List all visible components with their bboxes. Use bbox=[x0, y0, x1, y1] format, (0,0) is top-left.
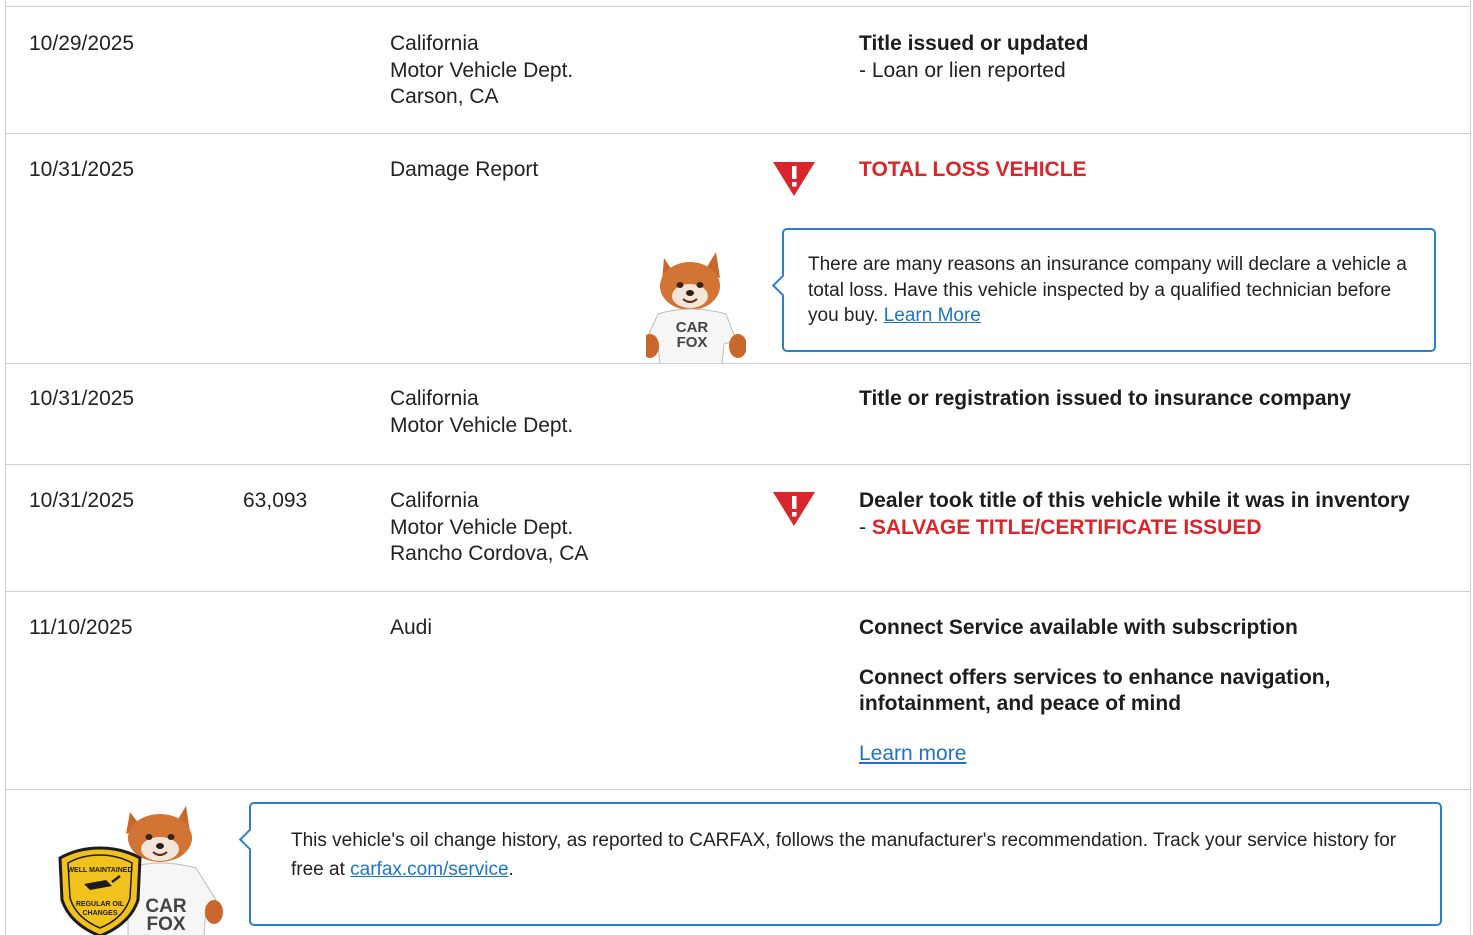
record-subtitle: Connect offers services to enhance navig… bbox=[859, 665, 1331, 689]
record-title: Title or registration issued to insuranc… bbox=[859, 387, 1352, 410]
record-date: 10/31/2025 bbox=[29, 387, 135, 410]
callout-text: This vehicle's oil change history, as re… bbox=[291, 830, 1397, 880]
carfax-service-link[interactable]: carfax.com/service bbox=[350, 859, 508, 880]
badge-bottom-text: CHANGES bbox=[82, 910, 117, 917]
record-source: Audi bbox=[390, 616, 433, 639]
source-line: Motor Vehicle Dept. bbox=[390, 58, 574, 82]
learn-more-link[interactable]: Learn More bbox=[884, 305, 981, 326]
record-detail: - Loan or lien reported bbox=[859, 58, 1066, 82]
alert-icon bbox=[773, 492, 815, 526]
total-loss-heading: TOTAL LOSS VEHICLE bbox=[859, 158, 1087, 181]
alert-icon bbox=[773, 162, 815, 196]
salvage-title-alert: SALVAGE TITLE/CERTIFICATE ISSUED bbox=[871, 515, 1262, 539]
badge-bottom-text: REGULAR OIL bbox=[76, 901, 125, 908]
learn-more-link[interactable]: Learn more bbox=[859, 741, 966, 768]
record-odometer: 63,093 bbox=[243, 489, 308, 512]
record-date: 11/10/2025 bbox=[29, 616, 133, 639]
source-line: California bbox=[390, 32, 479, 55]
total-loss-callout: There are many reasons an insurance comp… bbox=[771, 228, 1436, 352]
carfox-mascot-icon: CAR FOX bbox=[646, 252, 746, 364]
record-source: California Motor Vehicle Dept. bbox=[390, 386, 573, 439]
callout-text: There are many reasons an insurance comp… bbox=[808, 254, 1407, 326]
record-date: 10/31/2025 bbox=[29, 158, 135, 181]
table-row: 10/31/2025 63,093 California Motor Vehic… bbox=[6, 465, 1470, 592]
source-line: Motor Vehicle Dept. bbox=[390, 515, 574, 539]
record-title: Title issued or updated bbox=[859, 32, 1089, 55]
carfox-oil-badge-icon: CAR FOX WELL MAINTAINED REGULAR OIL CHAN… bbox=[58, 806, 223, 935]
table-row: 10/31/2025 California Motor Vehicle Dept… bbox=[6, 364, 1470, 465]
record-detail: - SALVAGE TITLE/CERTIFICATE ISSUED bbox=[859, 515, 1262, 539]
record-source: California Motor Vehicle Dept. Rancho Co… bbox=[390, 488, 588, 568]
oil-change-callout: This vehicle's oil change history, as re… bbox=[238, 802, 1442, 926]
record-source: California Motor Vehicle Dept. Carson, C… bbox=[390, 31, 573, 111]
mascot-shirt-text: FOX bbox=[677, 334, 708, 351]
source-line: Rancho Cordova, CA bbox=[390, 542, 589, 565]
source-line: California bbox=[390, 489, 479, 512]
record-comments: Connect Service available with subscript… bbox=[859, 615, 1330, 767]
record-date: 10/29/2025 bbox=[29, 32, 135, 55]
table-row: 11/10/2025 Audi Connect Service availabl… bbox=[6, 592, 1470, 790]
source-line: California bbox=[390, 387, 479, 410]
source-line: Carson, CA bbox=[390, 85, 499, 108]
record-source: Damage Report bbox=[390, 158, 539, 181]
table-row: 10/29/2025 California Motor Vehicle Dept… bbox=[6, 7, 1470, 134]
record-comments: Dealer took title of this vehicle while … bbox=[859, 488, 1410, 541]
record-subtitle: infotainment, and peace of mind bbox=[859, 692, 1182, 715]
record-title: Dealer took title of this vehicle while … bbox=[859, 489, 1410, 512]
record-comments: Title issued or updated - Loan or lien r… bbox=[859, 31, 1088, 84]
table-row: 10/31/2025 Damage Report TOTAL LOSS VEHI… bbox=[6, 134, 1470, 364]
record-title: Connect Service available with subscript… bbox=[859, 616, 1298, 639]
svg-text:FOX: FOX bbox=[146, 914, 185, 935]
oil-change-section: CAR FOX WELL MAINTAINED REGULAR OIL CHAN… bbox=[6, 790, 1470, 935]
source-line: Motor Vehicle Dept. bbox=[390, 413, 574, 437]
badge-top-text: WELL MAINTAINED bbox=[67, 867, 132, 874]
record-date: 10/31/2025 bbox=[29, 489, 135, 512]
